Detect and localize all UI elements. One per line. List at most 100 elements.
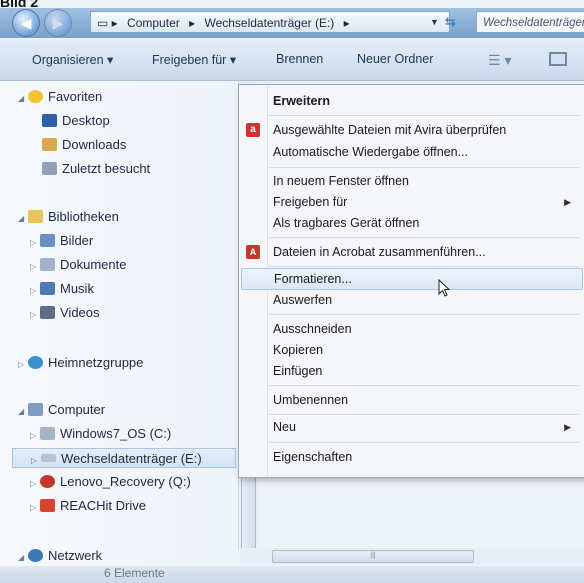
address-dropdown-icon[interactable]: ▼ xyxy=(430,11,439,33)
scrollbar-thumb[interactable]: ||| xyxy=(272,550,474,563)
menu-item-new[interactable]: Neu ▶ xyxy=(239,417,584,437)
collapse-arrow-icon[interactable]: ▷ xyxy=(30,281,40,301)
menu-item-properties[interactable]: Eigenschaften xyxy=(239,447,584,467)
forward-button[interactable]: ▶ xyxy=(44,9,72,37)
horizontal-scrollbar[interactable]: ||| xyxy=(240,548,584,564)
breadcrumb-separator-icon: ▸ xyxy=(343,16,350,30)
expand-arrow-icon[interactable]: ◢ xyxy=(18,209,28,229)
view-options-icon[interactable]: ☰ ▾ xyxy=(488,52,511,69)
menu-separator xyxy=(269,314,579,315)
nav-drive-q[interactable]: ▷ Lenovo_Recovery (Q:) xyxy=(30,472,191,492)
menu-item-share-with[interactable]: Freigeben für ▶ xyxy=(239,192,584,212)
expand-arrow-icon[interactable]: ◢ xyxy=(18,548,28,568)
refresh-icon[interactable]: ⇆ xyxy=(445,11,456,33)
new-folder-button[interactable]: Neuer Ordner xyxy=(357,52,433,66)
library-icon xyxy=(28,210,43,223)
expand-arrow-icon[interactable]: ◢ xyxy=(18,402,28,422)
menu-item-avira-scan[interactable]: a Ausgewählte Dateien mit Avira überprüf… xyxy=(239,120,584,140)
menu-item-portable-device[interactable]: Als tragbares Gerät öffnen xyxy=(239,213,584,233)
collapse-arrow-icon[interactable]: ▷ xyxy=(30,474,40,494)
nav-drive-c[interactable]: ▷ Windows7_OS (C:) xyxy=(30,424,171,444)
computer-icon xyxy=(28,403,43,416)
submenu-arrow-icon: ▶ xyxy=(564,422,571,432)
nav-favorites[interactable]: ◢ Favoriten xyxy=(18,87,102,107)
nav-documents[interactable]: ▷ Dokumente xyxy=(30,255,126,275)
share-with-button[interactable]: Freigeben für ▾ xyxy=(152,52,236,67)
nav-network[interactable]: ◢ Netzwerk xyxy=(18,546,102,566)
command-bar: Organisieren ▾ Freigeben für ▾ Brennen N… xyxy=(0,40,584,81)
burn-button[interactable]: Brennen xyxy=(276,52,323,66)
menu-separator xyxy=(269,115,579,116)
menu-item-eject[interactable]: Auswerfen xyxy=(239,290,584,310)
menu-separator xyxy=(269,414,579,415)
search-input[interactable]: Wechseldatenträger xyxy=(476,11,584,33)
navigation-pane: ◢ Favoriten Desktop Downloads Zuletzt bes… xyxy=(0,81,240,583)
downloads-icon xyxy=(42,138,57,151)
menu-item-expand[interactable]: Erweitern xyxy=(239,91,584,111)
collapse-arrow-icon[interactable]: ▷ xyxy=(30,498,40,518)
collapse-arrow-icon[interactable]: ▷ xyxy=(30,426,40,446)
arrow-right-icon: ▶ xyxy=(52,15,64,31)
collapse-arrow-icon[interactable]: ▷ xyxy=(31,451,41,471)
nav-computer[interactable]: ◢ Computer xyxy=(18,400,105,420)
collapse-arrow-icon[interactable]: ▷ xyxy=(30,305,40,325)
nav-desktop[interactable]: Desktop xyxy=(42,111,110,131)
address-bar-row: ◀ ▶ ▭ ▸ Computer ▸ Wechseldatenträger (E… xyxy=(0,8,584,38)
menu-item-acrobat-combine[interactable]: A Dateien in Acrobat zusammenführen... xyxy=(239,242,584,262)
nav-libraries[interactable]: ◢ Bibliotheken xyxy=(18,207,119,227)
breadcrumb-separator-icon: ▸ xyxy=(189,16,196,30)
menu-separator xyxy=(269,442,579,443)
acrobat-icon: A xyxy=(246,245,260,259)
nav-drive-e[interactable]: ▷ Wechseldatenträger (E:) xyxy=(12,448,236,468)
nav-downloads[interactable]: Downloads xyxy=(42,135,126,155)
menu-item-rename[interactable]: Umbenennen xyxy=(239,390,584,410)
context-menu: Erweitern a Ausgewählte Dateien mit Avir… xyxy=(238,84,584,478)
figure-caption: Bild 2 xyxy=(0,0,39,10)
nav-music[interactable]: ▷ Musik xyxy=(30,279,94,299)
back-button[interactable]: ◀ xyxy=(12,9,40,37)
homegroup-icon xyxy=(28,356,43,369)
recent-places-icon xyxy=(42,162,57,175)
music-icon xyxy=(40,282,55,295)
usb-drive-icon xyxy=(41,454,56,462)
menu-item-open-new-window[interactable]: In neuem Fenster öffnen xyxy=(239,171,584,191)
expand-arrow-icon[interactable]: ◢ xyxy=(18,89,28,109)
recovery-drive-icon xyxy=(40,475,55,488)
menu-separator xyxy=(269,266,579,267)
nav-homegroup[interactable]: ▷ Heimnetzgruppe xyxy=(18,353,143,373)
menu-item-copy[interactable]: Kopieren xyxy=(239,340,584,360)
documents-icon xyxy=(40,258,55,271)
item-count: 6 Elemente xyxy=(104,566,165,580)
collapse-arrow-icon[interactable]: ▷ xyxy=(30,233,40,253)
menu-separator xyxy=(269,237,579,238)
nav-videos[interactable]: ▷ Videos xyxy=(30,303,100,323)
pictures-icon xyxy=(40,234,55,247)
star-icon xyxy=(28,90,43,103)
menu-item-format[interactable]: Formatieren... xyxy=(241,268,583,290)
menu-item-autoplay[interactable]: Automatische Wiedergabe öffnen... xyxy=(239,142,584,162)
hard-drive-icon xyxy=(40,427,55,440)
desktop-icon xyxy=(42,114,57,127)
nav-pictures[interactable]: ▷ Bilder xyxy=(30,231,93,251)
arrow-left-icon: ◀ xyxy=(20,15,32,31)
videos-icon xyxy=(40,306,55,319)
organize-button[interactable]: Organisieren ▾ xyxy=(32,52,113,67)
status-bar: 6 Elemente xyxy=(0,566,584,583)
drive-icon: ▭ ▸ xyxy=(97,16,118,30)
submenu-arrow-icon: ▶ xyxy=(564,197,571,207)
collapse-arrow-icon[interactable]: ▷ xyxy=(18,355,28,375)
nav-recent[interactable]: Zuletzt besucht xyxy=(42,159,150,179)
nav-reachit[interactable]: ▷ REACHit Drive xyxy=(30,496,146,516)
avira-icon: a xyxy=(246,123,260,137)
menu-separator xyxy=(269,167,579,168)
collapse-arrow-icon[interactable]: ▷ xyxy=(30,257,40,277)
breadcrumb-drive[interactable]: Wechseldatenträger (E:) xyxy=(204,16,334,30)
preview-pane-icon[interactable] xyxy=(549,52,567,66)
address-field[interactable]: ▭ ▸ Computer ▸ Wechseldatenträger (E:) ▸ xyxy=(90,11,450,33)
breadcrumb-computer[interactable]: Computer xyxy=(127,16,180,30)
mouse-pointer-icon xyxy=(438,279,451,297)
menu-item-paste[interactable]: Einfügen xyxy=(239,361,584,381)
reachit-icon xyxy=(40,499,55,512)
explorer-window: ◀ ▶ ▭ ▸ Computer ▸ Wechseldatenträger (E… xyxy=(0,0,584,583)
menu-item-cut[interactable]: Ausschneiden xyxy=(239,319,584,339)
